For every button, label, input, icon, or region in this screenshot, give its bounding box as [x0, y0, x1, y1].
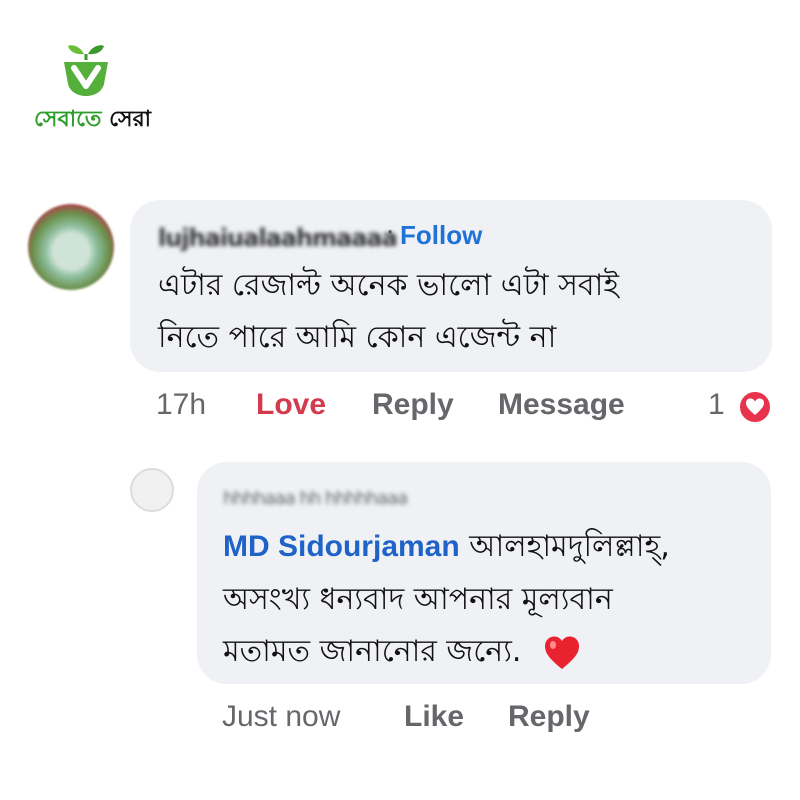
- comment-timestamp[interactable]: 17h: [156, 388, 206, 422]
- reply-first-line: MD Sidourjaman আলহামদুলিল্লাহ্‌,: [223, 522, 670, 573]
- like-button[interactable]: Like: [404, 700, 464, 734]
- mention-link[interactable]: MD Sidourjaman: [223, 530, 460, 563]
- brand-logo: সেবাতে সেরা: [34, 40, 151, 140]
- follow-link[interactable]: Follow: [400, 220, 482, 251]
- reply-text-line-3-text: মতামত জানানোর জন্যে.: [223, 634, 522, 669]
- comment-text: এটার রেজাল্ট অনেক ভালো এটা সবাই নিতে পার…: [158, 260, 619, 364]
- cup-leaf-icon: [64, 45, 108, 96]
- heart-icon: [746, 398, 764, 415]
- red-heart-icon: [545, 636, 579, 669]
- reply-author-name[interactable]: hhhhaaa hh hhhhhaaa: [223, 488, 408, 509]
- commenter-avatar[interactable]: [28, 204, 114, 290]
- reply-text-line-3: মতামত জানানোর জন্যে.: [223, 626, 613, 678]
- brand-name: সেবাতে সেরা: [34, 102, 151, 139]
- separator-dot: ·: [386, 218, 395, 248]
- reply-reply-button[interactable]: Reply: [508, 700, 590, 734]
- love-button[interactable]: Love: [256, 388, 326, 422]
- comment-author-name[interactable]: lujhaiualaahmaaaa: [158, 224, 398, 252]
- message-button[interactable]: Message: [498, 388, 625, 422]
- reply-text-start: আলহামদুলিল্লাহ্‌,: [469, 529, 670, 564]
- brand-name-green: সেবাতে: [34, 107, 102, 132]
- reply-timestamp[interactable]: Just now: [222, 700, 340, 734]
- comment-bubble: lujhaiualaahmaaaa · Follow এটার রেজাল্ট …: [130, 200, 772, 372]
- reply-actions: Just now Like Reply: [222, 700, 722, 740]
- comment-text-line-2: নিতে পারে আমি কোন এজেন্ট না: [158, 320, 557, 355]
- reply-bubble: hhhhaaa hh hhhhhaaa MD Sidourjaman আলহাম…: [197, 462, 771, 684]
- reply-button[interactable]: Reply: [372, 388, 454, 422]
- reaction-count[interactable]: 1: [708, 388, 725, 422]
- replier-avatar[interactable]: [130, 468, 174, 512]
- comment-actions: 17h Love Reply Message 1: [156, 388, 776, 428]
- love-reaction-icon[interactable]: [738, 390, 772, 424]
- reply-text-line-2: অসংখ্য ধন্যবাদ আপনার মূল্যবান: [223, 582, 613, 617]
- reply-text: অসংখ্য ধন্যবাদ আপনার মূল্যবান মতামত জানা…: [223, 574, 613, 678]
- comment-text-line-1: এটার রেজাল্ট অনেক ভালো এটা সবাই: [158, 268, 619, 303]
- brand-name-dark: সেরা: [109, 107, 152, 132]
